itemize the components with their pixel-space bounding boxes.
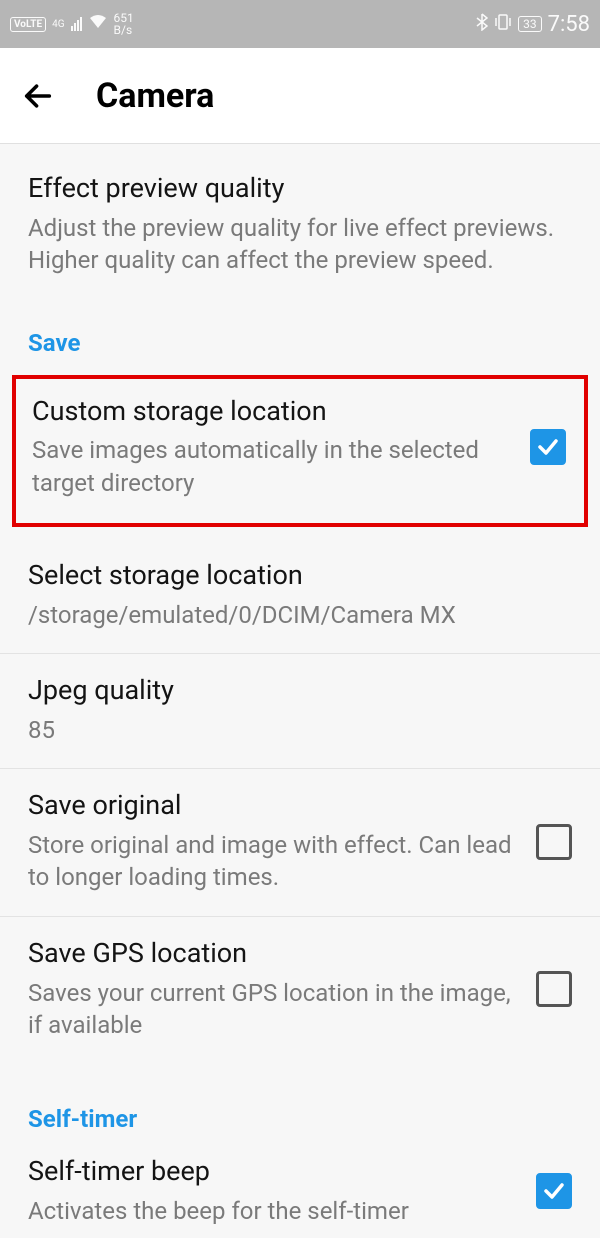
highlight-box: Custom storage location Save images auto… [12,375,588,528]
setting-custom-storage-location[interactable]: Custom storage location Save images auto… [16,379,584,524]
status-bar: VoLTE 4G 651B/s 33 7:58 [0,0,600,48]
setting-subtitle: Adjust the preview quality for live effe… [28,212,572,277]
check-icon [536,435,560,459]
setting-subtitle: /storage/emulated/0/DCIM/Camera MX [28,599,572,631]
setting-title: Effect preview quality [28,172,572,206]
check-icon [542,1179,566,1203]
setting-subtitle: 85 [28,714,572,746]
setting-save-gps-location[interactable]: Save GPS location Saves your current GPS… [0,916,600,1064]
page-title: Camera [96,76,214,116]
arrow-left-icon [21,79,55,113]
setting-subtitle: Saves your current GPS location in the i… [28,977,516,1042]
setting-title: Select storage location [28,559,572,593]
setting-self-timer-beep[interactable]: Self-timer beep Activates the beep for t… [0,1141,600,1237]
setting-subtitle: Save images automatically in the selecte… [32,434,510,499]
section-header-self-timer: Self-timer [0,1063,600,1141]
cell-signal-icon [71,17,82,31]
wifi-icon [88,14,108,35]
status-right: 33 7:58 [476,12,590,37]
setting-title: Self-timer beep [28,1155,516,1189]
setting-select-storage-location[interactable]: Select storage location /storage/emulate… [0,527,600,653]
setting-save-original[interactable]: Save original Store original and image w… [0,768,600,916]
back-button[interactable] [20,78,56,114]
section-header-save: Save [0,299,600,365]
battery-icon: 33 [518,16,542,32]
checkbox-save-original[interactable] [536,824,572,860]
settings-list: Effect preview quality Adjust the previe… [0,144,600,1238]
setting-title: Jpeg quality [28,674,572,708]
checkbox-save-gps[interactable] [536,971,572,1007]
setting-title: Custom storage location [32,395,510,429]
checkbox-custom-storage[interactable] [530,429,566,465]
network-speed: 651B/s [114,12,134,36]
network-gen: 4G [52,19,64,30]
setting-title: Save GPS location [28,937,516,971]
checkbox-self-timer-beep[interactable] [536,1173,572,1209]
setting-jpeg-quality[interactable]: Jpeg quality 85 [0,653,600,768]
vibrate-icon [494,13,512,36]
clock: 7:58 [548,12,590,37]
volte-icon: VoLTE [10,17,46,32]
setting-effect-preview-quality[interactable]: Effect preview quality Adjust the previe… [0,144,600,299]
setting-title: Save original [28,789,516,823]
app-bar: Camera [0,48,600,144]
status-left: VoLTE 4G 651B/s [10,12,134,36]
setting-subtitle: Store original and image with effect. Ca… [28,829,516,894]
bluetooth-icon [476,13,488,36]
setting-subtitle: Activates the beep for the self-timer [28,1195,516,1227]
